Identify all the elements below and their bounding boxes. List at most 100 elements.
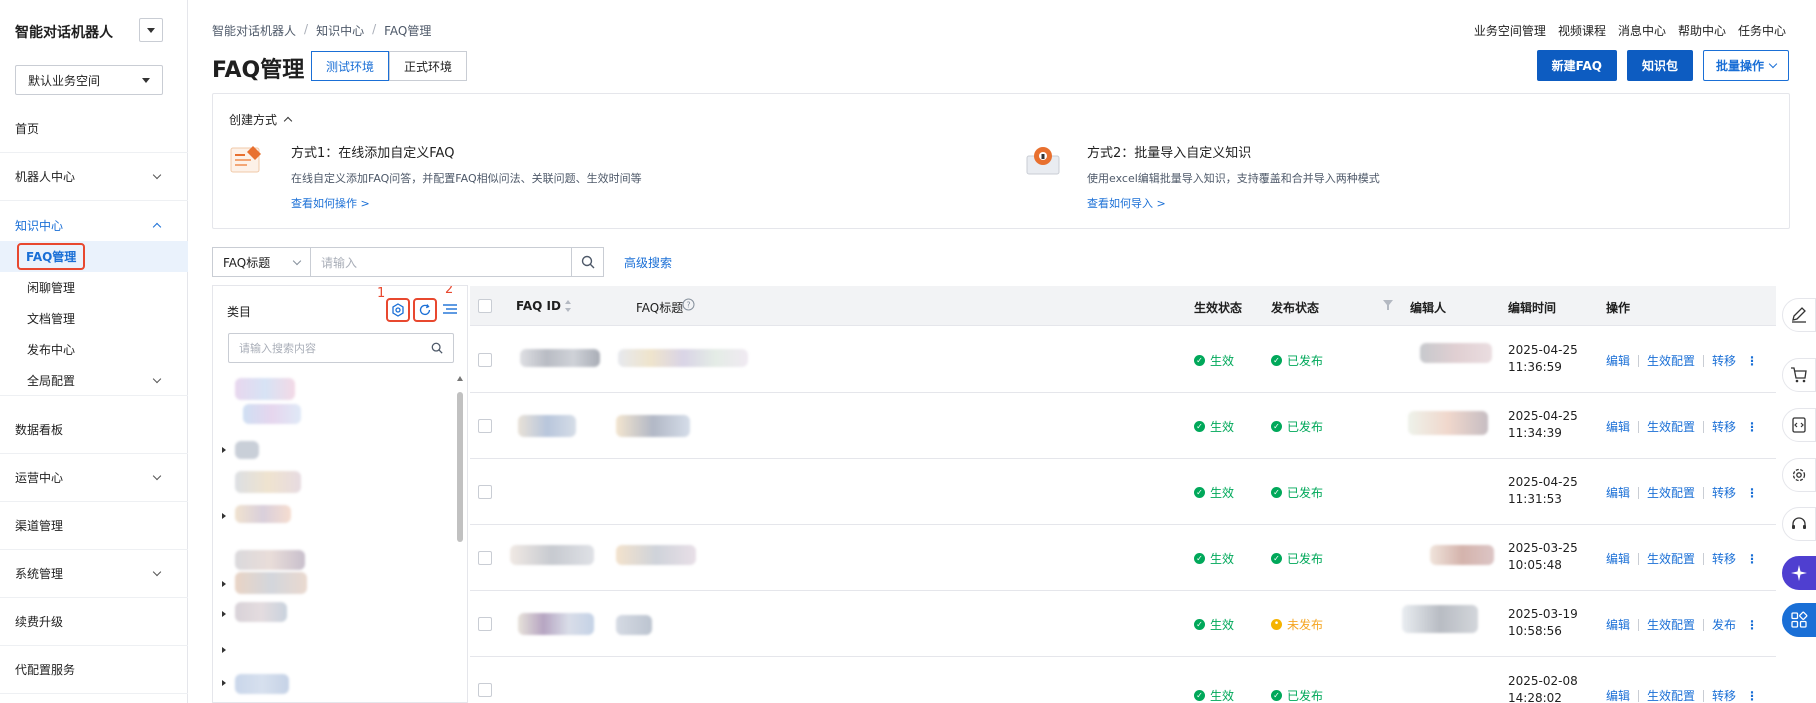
caret-right-icon[interactable] — [222, 447, 226, 453]
more-icon[interactable]: ⋮ — [1746, 552, 1758, 566]
category-tree-item[interactable] — [235, 441, 259, 459]
row-checkbox[interactable] — [478, 485, 492, 499]
faq-title-redacted[interactable] — [616, 545, 696, 565]
toplink-workspace[interactable]: 业务空间管理 — [1474, 22, 1546, 39]
nav-item-dashboard[interactable]: 数据看板 — [0, 406, 188, 454]
effect-config-link[interactable]: 生效配置 — [1647, 418, 1695, 435]
caret-right-icon[interactable] — [222, 680, 226, 686]
table-row[interactable]: ✓ 生效 ✓ 已发布 2025-02-08 14:28:02 编辑 生效配置 转移 ⋮ — [470, 657, 1776, 703]
nav-item-system[interactable]: 系统管理 — [0, 550, 188, 598]
brand-dropdown-button[interactable] — [139, 18, 163, 42]
tab-prod-env[interactable]: 正式环境 — [389, 51, 468, 81]
edit-link[interactable]: 编辑 — [1606, 418, 1630, 435]
new-faq-button[interactable]: 新建FAQ — [1536, 50, 1617, 81]
more-icon[interactable]: ⋮ — [1746, 420, 1758, 434]
category-tree-item[interactable] — [235, 471, 301, 493]
caret-right-icon[interactable] — [222, 611, 226, 617]
help-icon[interactable]: ? — [682, 298, 695, 311]
nav-item-renew[interactable]: 续费升级 — [0, 598, 188, 646]
category-tree-item[interactable] — [235, 505, 291, 523]
category-tree-item[interactable] — [235, 550, 305, 570]
sub-item-chitchat[interactable]: 闲聊管理 — [0, 272, 188, 303]
search-field-select[interactable]: FAQ标题 — [212, 247, 310, 277]
sort-icon[interactable] — [564, 299, 572, 313]
effect-config-link[interactable]: 生效配置 — [1647, 550, 1695, 567]
table-row[interactable]: ✓ 生效 ✓ 已发布 2025-03-25 10:05:48 编辑 生效配置 转移 ⋮ — [470, 525, 1776, 591]
scroll-up-arrow[interactable] — [457, 376, 463, 381]
more-icon[interactable]: ⋮ — [1746, 486, 1758, 500]
caret-right-icon[interactable] — [222, 513, 226, 519]
edit-link[interactable]: 编辑 — [1606, 687, 1630, 703]
search-button[interactable] — [572, 247, 604, 277]
edit-link[interactable]: 编辑 — [1606, 484, 1630, 501]
sub-item-publish[interactable]: 发布中心 — [0, 334, 188, 365]
faq-title-redacted[interactable] — [618, 349, 748, 367]
apps-button[interactable] — [1782, 603, 1816, 637]
breadcrumb-item[interactable]: 智能对话机器人 — [212, 22, 296, 39]
category-refresh-button[interactable] — [413, 298, 437, 322]
sub-item-docs[interactable]: 文档管理 — [0, 303, 188, 334]
more-icon[interactable]: ⋮ — [1746, 618, 1758, 632]
row-checkbox[interactable] — [478, 683, 492, 697]
category-search-input[interactable]: 请输入搜索内容 — [228, 333, 454, 363]
more-icon[interactable]: ⋮ — [1746, 354, 1758, 368]
breadcrumb-item[interactable]: 知识中心 — [316, 22, 364, 39]
create-methods-toggle[interactable]: 创建方式 — [229, 111, 293, 128]
nav-item-operation[interactable]: 运营中心 — [0, 454, 188, 502]
faq-title-redacted[interactable] — [616, 615, 652, 635]
toplink-messages[interactable]: 消息中心 — [1618, 22, 1666, 39]
category-tree-item[interactable] — [243, 404, 301, 424]
table-row[interactable]: ✓ 生效 ✓ 已发布 2025-04-25 11:34:39 编辑 生效配置 转移 ⋮ — [470, 393, 1776, 459]
knowledge-pack-button[interactable]: 知识包 — [1626, 50, 1693, 81]
sub-item-global-config[interactable]: 全局配置 — [0, 365, 188, 396]
cart-button[interactable] — [1782, 358, 1816, 392]
transfer-link[interactable]: 转移 — [1712, 418, 1736, 435]
settings-button[interactable] — [1782, 458, 1816, 492]
batch-ops-button[interactable]: 批量操作 — [1702, 50, 1789, 81]
table-row[interactable]: ✓ 生效 ✓ 已发布 2025-04-25 11:31:53 编辑 生效配置 转移 ⋮ — [470, 459, 1776, 525]
category-tree-item[interactable] — [235, 602, 287, 622]
category-menu-button[interactable] — [442, 302, 458, 319]
edit-link[interactable]: 编辑 — [1606, 616, 1630, 633]
transfer-link[interactable]: 转移 — [1712, 687, 1736, 703]
method-how-to-link[interactable]: 查看如何操作 > — [291, 195, 370, 211]
table-row[interactable]: ✓ 生效 ✓ 已发布 2025-04-25 11:36:59 编辑 生效配置 转移 ⋮ — [470, 327, 1776, 393]
effect-config-link[interactable]: 生效配置 — [1647, 616, 1695, 633]
effect-config-link[interactable]: 生效配置 — [1647, 687, 1695, 703]
transfer-link[interactable]: 转移 — [1712, 352, 1736, 369]
category-scrollbar-thumb[interactable] — [457, 392, 463, 542]
sub-item-faq[interactable]: FAQ管理 — [0, 241, 188, 272]
transfer-link[interactable]: 转移 — [1712, 484, 1736, 501]
row-checkbox[interactable] — [478, 551, 492, 565]
feedback-button[interactable] — [1782, 298, 1816, 332]
transfer-link[interactable]: 转移 — [1712, 550, 1736, 567]
ai-assistant-button[interactable] — [1782, 556, 1816, 590]
table-row[interactable]: ✓ 生效 未发布 2025-03-19 10:58:56 编辑 生效配置 发布 ⋮ — [470, 591, 1776, 657]
category-tree-item[interactable] — [235, 378, 295, 400]
effect-config-link[interactable]: 生效配置 — [1647, 484, 1695, 501]
edit-link[interactable]: 编辑 — [1606, 550, 1630, 567]
publish-link[interactable]: 发布 — [1712, 616, 1736, 633]
nav-item-robot-center[interactable]: 机器人中心 — [0, 153, 188, 201]
code-button[interactable] — [1782, 408, 1816, 442]
more-icon[interactable]: ⋮ — [1746, 689, 1758, 703]
caret-right-icon[interactable] — [222, 581, 226, 587]
edit-link[interactable]: 编辑 — [1606, 352, 1630, 369]
row-checkbox[interactable] — [478, 419, 492, 433]
advanced-search-link[interactable]: 高级搜索 — [624, 254, 672, 271]
toplink-help[interactable]: 帮助中心 — [1678, 22, 1726, 39]
select-all-checkbox[interactable] — [478, 299, 492, 313]
row-checkbox[interactable] — [478, 353, 492, 367]
effect-config-link[interactable]: 生效配置 — [1647, 352, 1695, 369]
filter-icon[interactable] — [1383, 300, 1393, 310]
toplink-video[interactable]: 视频课程 — [1558, 22, 1606, 39]
row-checkbox[interactable] — [478, 617, 492, 631]
search-input[interactable]: 请输入 — [310, 247, 572, 277]
tab-test-env[interactable]: 测试环境 — [311, 51, 390, 81]
nav-item-config-service[interactable]: 代配置服务 — [0, 646, 188, 694]
category-tree-item[interactable] — [235, 572, 307, 594]
workspace-select[interactable]: 默认业务空间 — [15, 65, 163, 95]
nav-item-home[interactable]: 首页 — [0, 105, 188, 153]
category-tree-item[interactable] — [235, 674, 289, 694]
nav-item-channels[interactable]: 渠道管理 — [0, 502, 188, 550]
